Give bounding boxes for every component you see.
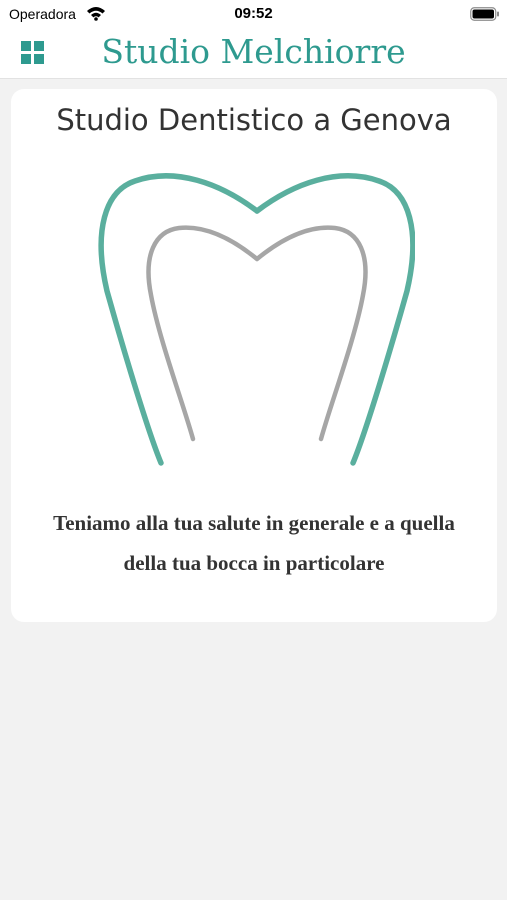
nav-bar: Studio Melchiorre: [0, 28, 507, 79]
card-title: Studio Dentistico a Genova: [56, 103, 452, 137]
battery-icon: [470, 7, 500, 26]
clock-time: 09:52: [234, 5, 273, 22]
status-bar: Operadora 09:52: [0, 0, 507, 28]
tooth-logo: [95, 171, 416, 476]
intro-card: Studio Dentistico a Genova Teniamo alla …: [11, 89, 497, 622]
app-title: Studio Melchiorre: [101, 32, 406, 71]
tagline: Teniamo alla tua salute in generale e a …: [53, 511, 455, 575]
